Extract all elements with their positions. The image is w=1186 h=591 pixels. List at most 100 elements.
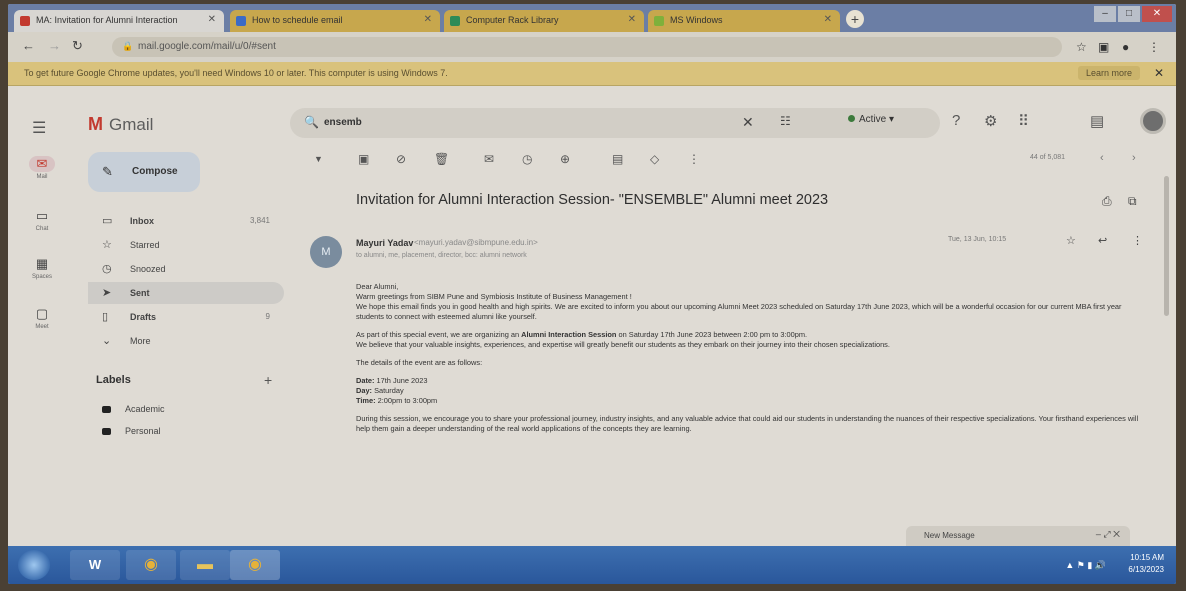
search-icon[interactable]: 🔍 (304, 115, 319, 129)
main-menu-icon[interactable]: ☰ (32, 118, 46, 138)
rail-item-chat[interactable]: ▭ Chat (24, 208, 60, 232)
newer-icon[interactable]: ‹ (1100, 152, 1104, 164)
time-value: 2:00pm to 3:00pm (375, 396, 438, 405)
rail-item-spaces[interactable]: ▦ Spaces (24, 256, 60, 280)
archive-icon[interactable]: ▣ (358, 152, 369, 166)
settings-gear-icon[interactable]: ⚙ (984, 112, 997, 130)
close-tab-icon[interactable]: ✕ (208, 14, 216, 25)
sender-avatar[interactable]: M (310, 236, 342, 268)
account-avatar[interactable] (1140, 108, 1166, 134)
apps-grid-icon[interactable]: ⠿ (1018, 112, 1029, 130)
help-icon[interactable]: ? (952, 112, 960, 129)
maximize-button[interactable]: □ (1118, 6, 1140, 22)
start-button[interactable] (18, 550, 50, 580)
event-name: Alumni Interaction Session (521, 330, 617, 339)
date-label: Date: (356, 376, 375, 385)
monitor-screen: MA: Invitation for Alumni Interaction ✕ … (8, 4, 1176, 584)
chrome-icon[interactable]: ◉ (126, 550, 176, 580)
mark-unread-icon[interactable]: ✉ (484, 152, 494, 166)
browser-tab-2[interactable]: How to schedule email ✕ (230, 10, 440, 32)
body-text: As part of this special event, we are or… (356, 330, 522, 339)
scrollbar[interactable] (1164, 176, 1169, 316)
folder-label: More (130, 336, 151, 346)
close-tab-icon[interactable]: ✕ (824, 14, 832, 25)
search-input[interactable]: ensemb (324, 117, 362, 128)
bookmark-star-icon[interactable]: ☆ (1076, 40, 1087, 54)
profile-icon[interactable]: ● (1122, 40, 1129, 54)
body-paragraph: The details of the event are as follows: (356, 358, 483, 367)
back-to-list-icon[interactable]: ▼ (314, 154, 323, 164)
chrome-icon[interactable]: ◉ (230, 550, 280, 580)
folder-count: 9 (265, 312, 270, 321)
address-bar[interactable]: 🔒 mail.google.com/mail/u/0/#sent (112, 37, 1062, 57)
spaces-icon: ▦ (35, 256, 49, 271)
recipients-line[interactable]: to alumni, me, placement, director, bcc:… (356, 252, 527, 259)
label-item-academic[interactable]: Academic (102, 404, 165, 414)
tab-label: How to schedule email (252, 15, 343, 25)
close-window-button[interactable]: ✕ (1142, 6, 1172, 22)
more-options-icon[interactable]: ⋮ (688, 152, 700, 166)
word-icon[interactable]: W (70, 550, 120, 580)
older-icon[interactable]: › (1132, 152, 1136, 164)
browser-toolbar: ← → ↻ 🔒 mail.google.com/mail/u/0/#sent ☆… (8, 32, 1176, 62)
search-options-icon[interactable]: ☷ (780, 114, 791, 128)
sidebar-item-starred[interactable]: ☆ Starred (88, 234, 284, 256)
status-dot-icon (848, 115, 855, 122)
account-logo-icon[interactable]: ▤ (1090, 112, 1104, 130)
windows-taskbar: W ◉ ▬ ◉ ▲ ⚑ ▮ 🔊 10:15 AM 6/13/2023 (8, 546, 1176, 584)
sidebar-item-inbox[interactable]: ▭ Inbox 3,841 (88, 210, 284, 232)
status-selector[interactable]: Active ▾ (848, 114, 894, 125)
system-tray-icons[interactable]: ▲ ⚑ ▮ 🔊 (1065, 560, 1106, 571)
day-label: Day: (356, 386, 373, 395)
body-text: on Saturday 17th June 2023 between 2:00 … (616, 330, 808, 339)
gmail-logo[interactable]: M Gmail (88, 114, 153, 135)
close-tab-icon[interactable]: ✕ (424, 14, 432, 25)
move-to-icon[interactable]: ▤ (612, 152, 623, 166)
browser-tab-3[interactable]: Computer Rack Library ✕ (444, 10, 644, 32)
forward-icon[interactable]: → (48, 38, 61, 53)
page-favicon-icon (654, 16, 664, 26)
label-name: Academic (125, 404, 165, 414)
minimize-button[interactable]: – (1094, 6, 1116, 22)
sidebar-item-sent[interactable]: ➤ Sent (88, 282, 284, 304)
add-label-icon[interactable]: + (264, 372, 272, 388)
compose-button[interactable]: ✎ Compose (88, 152, 200, 192)
sidebar-item-snoozed[interactable]: ◷ Snoozed (88, 258, 284, 280)
report-spam-icon[interactable]: ⊘ (396, 152, 406, 166)
sender-name[interactable]: Mayuri Yadav (356, 238, 413, 248)
search-bar[interactable]: 🔍 ensemb ✕ ☷ (290, 108, 940, 138)
new-message-dock[interactable]: New Message – ⤢ ✕ (906, 526, 1130, 546)
explorer-icon[interactable]: ▬ (180, 550, 230, 580)
rail-item-meet[interactable]: ▢ Meet (24, 306, 60, 330)
reply-icon[interactable]: ↩ (1098, 234, 1107, 247)
learn-more-button[interactable]: Learn more (1077, 66, 1140, 80)
open-new-window-icon[interactable]: ⧉ (1128, 194, 1137, 209)
system-clock[interactable]: 10:15 AM 6/13/2023 (1128, 552, 1164, 576)
update-infobar: To get future Google Chrome updates, you… (8, 62, 1176, 86)
add-task-icon[interactable]: ⊕ (560, 152, 570, 166)
sidebar-item-more[interactable]: ⌄ More (88, 330, 284, 352)
rail-item-mail[interactable]: ✉ Mail (24, 156, 60, 180)
browser-tab-gmail[interactable]: MA: Invitation for Alumni Interaction ✕ (14, 10, 224, 32)
extension-icon[interactable]: ▣ (1098, 40, 1109, 54)
window-controls-icon[interactable]: – ⤢ ✕ (1096, 529, 1120, 540)
sidebar-item-drafts[interactable]: ▯ Drafts 9 (88, 306, 284, 328)
reload-icon[interactable]: ↻ (72, 38, 83, 54)
close-tab-icon[interactable]: ✕ (628, 14, 636, 25)
label-tag-icon (102, 406, 111, 414)
page-favicon-icon (236, 16, 246, 26)
back-icon[interactable]: ← (22, 38, 35, 53)
new-tab-button[interactable]: + (846, 10, 864, 28)
label-item-personal[interactable]: Personal (102, 426, 161, 436)
more-actions-icon[interactable]: ⋮ (1132, 234, 1143, 247)
clear-search-icon[interactable]: ✕ (742, 114, 754, 131)
close-infobar-icon[interactable]: ✕ (1154, 66, 1164, 80)
browser-tab-4[interactable]: MS Windows ✕ (648, 10, 840, 32)
snooze-icon[interactable]: ◷ (522, 152, 532, 166)
delete-icon[interactable]: 🗑 (434, 152, 449, 166)
star-message-icon[interactable]: ☆ (1066, 234, 1076, 247)
label-icon[interactable]: ◇ (650, 152, 659, 166)
folder-label: Sent (130, 288, 150, 298)
print-icon[interactable]: ⎙ (1102, 194, 1112, 209)
menu-icon[interactable]: ⋮ (1148, 40, 1160, 54)
